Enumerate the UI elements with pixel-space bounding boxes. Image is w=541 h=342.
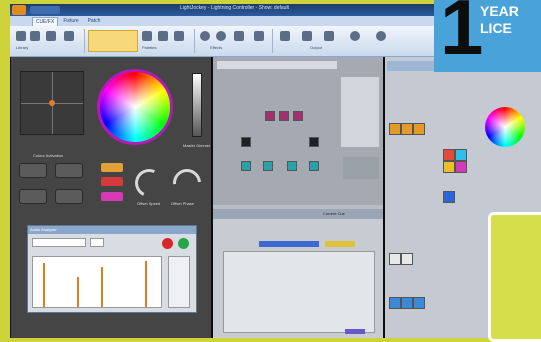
offset-speed-knob[interactable] xyxy=(131,165,167,201)
spectrum-graph xyxy=(32,256,162,308)
palette-swatch[interactable] xyxy=(401,123,413,135)
fixture-properties[interactable] xyxy=(341,77,379,147)
preset-button[interactable] xyxy=(19,163,47,178)
effect-swatch[interactable] xyxy=(413,297,425,309)
tab-fixture[interactable]: Fixture xyxy=(60,17,82,26)
spectrum-bar xyxy=(43,263,45,307)
palette-icon[interactable] xyxy=(142,31,152,41)
spectrum-bar xyxy=(77,277,79,307)
colour-wheel[interactable] xyxy=(97,69,173,145)
fixture-icon[interactable] xyxy=(265,111,275,121)
gobo-swatch[interactable] xyxy=(389,253,401,265)
effect-icon[interactable] xyxy=(216,31,226,41)
fixture-grid xyxy=(213,57,383,205)
audio-analyser-window: Audio Analyser xyxy=(27,225,197,313)
output-icon[interactable] xyxy=(302,31,312,41)
offset-speed-label: Offset Speed xyxy=(137,201,161,206)
app-menu-button[interactable] xyxy=(12,5,26,15)
ribbon-separator xyxy=(84,29,85,53)
palette-swatch[interactable] xyxy=(443,149,455,161)
mode-selector[interactable] xyxy=(88,30,138,52)
offset-phase-label: Offset Phase xyxy=(171,201,195,206)
colour-preset-red[interactable] xyxy=(101,177,123,186)
open-icon[interactable] xyxy=(30,31,40,41)
palette-swatch[interactable] xyxy=(443,191,455,203)
fixture-toolbar xyxy=(217,61,337,69)
ribbon-group-label: Library xyxy=(16,45,29,50)
output-icon[interactable] xyxy=(280,31,290,41)
colour-preset-amber[interactable] xyxy=(101,163,123,172)
fixture-icon[interactable] xyxy=(241,137,251,147)
focus-icon[interactable] xyxy=(174,31,184,41)
fixture-icon[interactable] xyxy=(263,161,273,171)
record-button[interactable] xyxy=(162,238,173,249)
fixture-panel: Current Cue xyxy=(213,57,383,338)
output-icon[interactable] xyxy=(324,31,334,41)
preset-button[interactable] xyxy=(55,163,83,178)
fixture-icon[interactable] xyxy=(279,111,289,121)
preset-button[interactable] xyxy=(55,189,83,204)
timeline-track[interactable] xyxy=(259,241,319,247)
offset-phase-knob[interactable] xyxy=(167,163,207,203)
palette-swatch[interactable] xyxy=(443,161,455,173)
timeline-marker[interactable] xyxy=(345,329,365,334)
pan-tilt-pad[interactable] xyxy=(20,71,84,135)
palette-swatch[interactable] xyxy=(413,123,425,135)
colour-picker-wheel[interactable] xyxy=(485,107,525,147)
new-cue-icon[interactable] xyxy=(64,31,74,41)
ribbon-group-label: Output xyxy=(310,45,323,50)
gobo-swatch[interactable] xyxy=(401,253,413,265)
promo-line-2: LICE xyxy=(480,20,512,36)
promo-line-1: YEAR xyxy=(480,3,519,19)
dimmer-label: Master Dimmer xyxy=(183,143,211,148)
fixture-group-list[interactable] xyxy=(343,157,379,179)
effect-icon[interactable] xyxy=(234,31,244,41)
timeline-title: Current Cue xyxy=(323,211,345,216)
fixture-icon[interactable] xyxy=(293,111,303,121)
effect-icon[interactable] xyxy=(200,31,210,41)
spectrum-bar xyxy=(145,261,147,307)
audio-level-field[interactable] xyxy=(90,238,104,247)
fixture-icon[interactable] xyxy=(241,161,251,171)
quick-access-toolbar[interactable] xyxy=(30,6,60,14)
play-button[interactable] xyxy=(178,238,189,249)
effect-icon[interactable] xyxy=(254,31,264,41)
cue-timeline: Current Cue xyxy=(213,209,383,338)
palette-swatch[interactable] xyxy=(455,149,467,161)
pan-tilt-handle[interactable] xyxy=(49,100,55,106)
ribbon-group-label: Palettes xyxy=(142,45,157,50)
timeline-header xyxy=(213,209,383,219)
palette-swatch[interactable] xyxy=(389,123,401,135)
ribbon-separator xyxy=(272,29,273,53)
control-panel: Master Dimmer Colour Activation Offset S… xyxy=(11,57,211,338)
master-dimmer-fader[interactable] xyxy=(192,73,202,137)
timeline-grid[interactable] xyxy=(223,251,375,333)
tab-patch[interactable]: Patch xyxy=(84,17,104,26)
output-icon[interactable] xyxy=(350,31,360,41)
preset-button[interactable] xyxy=(19,189,47,204)
save-icon[interactable] xyxy=(46,31,56,41)
ribbon-group-label: Effects xyxy=(210,45,223,50)
colour-preset-magenta[interactable] xyxy=(101,192,123,201)
timeline-track[interactable] xyxy=(325,241,355,247)
fixture-icon[interactable] xyxy=(309,161,319,171)
fixture-icon[interactable] xyxy=(287,161,297,171)
library-icon[interactable] xyxy=(16,31,26,41)
ribbon-separator xyxy=(194,29,195,53)
effect-swatch[interactable] xyxy=(389,297,401,309)
promo-callout xyxy=(488,212,541,342)
gobo-icon[interactable] xyxy=(158,31,168,41)
audio-input-select[interactable] xyxy=(32,238,86,247)
palette-swatch[interactable] xyxy=(455,161,467,173)
colour-section-label: Colour Activation xyxy=(33,153,64,158)
audio-window-title: Audio Analyser xyxy=(28,226,196,234)
effect-swatch[interactable] xyxy=(401,297,413,309)
audio-options[interactable] xyxy=(168,256,190,308)
spectrum-bar xyxy=(101,267,103,307)
window-title: LightJockey - Lightning Controller - Sho… xyxy=(180,5,289,11)
output-icon[interactable] xyxy=(376,31,386,41)
promo-number: 1 xyxy=(440,0,484,71)
fixture-icon[interactable] xyxy=(309,137,319,147)
